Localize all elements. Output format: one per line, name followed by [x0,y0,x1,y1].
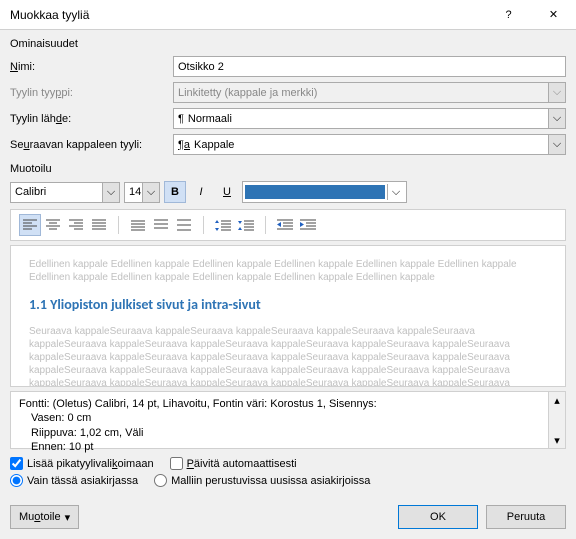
color-swatch [245,185,385,199]
font-name-select[interactable]: Calibri ⌵ [10,182,120,203]
chevron-down-icon[interactable]: ⌵ [142,183,159,202]
indent-increase-button[interactable] [297,214,319,236]
ok-button[interactable]: OK [398,505,478,529]
pilcrow-a-icon: ¶a [178,139,190,151]
space-before-inc-button[interactable] [212,214,234,236]
next-paragraph-select[interactable]: ¶a Kappale ⌵ [173,134,566,155]
bold-button[interactable]: B [164,181,186,203]
chevron-down-icon[interactable]: ⌵ [387,184,404,200]
line-spacing-2-button[interactable] [173,214,195,236]
pilcrow-icon: ¶ [178,113,184,125]
underline-button[interactable]: U [216,181,238,203]
style-type-select: Linkitetty (kappale ja merkki) ⌵ [173,82,566,103]
desc-line1: Fontti: (Oletus) Calibri, 14 pt, Lihavoi… [19,397,544,411]
style-based-on-value: Normaali [188,113,232,125]
preview-next-text: Seuraava kappaleSeuraava kappaleSeuraava… [29,325,547,387]
preview-sample-text: 1.1 Yliopiston julkiset sivut ja intra-s… [29,296,547,313]
this-document-radio[interactable]: Vain tässä asiakirjassa [10,474,138,487]
name-input[interactable] [173,56,566,77]
template-radio[interactable]: Malliin perustuvissa uusissa asiakirjois… [154,474,370,487]
desc-line4: Ennen: 10 pt [19,440,544,454]
preview-prev-text: Edellinen kappale Edellinen kappale Edel… [29,258,547,284]
description-scrollbar[interactable]: ▴ ▾ [548,392,565,448]
font-size-value: 14 [129,186,141,198]
window-title: Muokkaa tyyliä [10,8,486,22]
align-left-button[interactable] [19,214,41,236]
space-before-dec-button[interactable] [235,214,257,236]
desc-line3: Riippuva: 1,02 cm, Väli [19,426,544,440]
help-button[interactable]: ? [486,0,531,30]
chevron-down-icon[interactable]: ⌵ [548,135,565,154]
chevron-down-icon[interactable]: ⌵ [102,183,119,202]
style-based-on-label: Tyylin lähde: [10,113,165,125]
style-based-on-select[interactable]: ¶ Normaali ⌵ [173,108,566,129]
name-label: Nimi: [10,61,165,73]
indent-decrease-button[interactable] [274,214,296,236]
align-right-button[interactable] [65,214,87,236]
paragraph-toolbar [10,209,566,241]
next-paragraph-label: Seuraavan kappaleen tyyli: [10,139,165,151]
font-name-value: Calibri [15,186,46,198]
titlebar: Muokkaa tyyliä ? ✕ [0,0,576,30]
description-box: Fontti: (Oletus) Calibri, 14 pt, Lihavoi… [10,391,566,449]
preview-pane: Edellinen kappale Edellinen kappale Edel… [10,245,566,387]
line-spacing-1-5-button[interactable] [150,214,172,236]
format-dropdown-button[interactable]: Muotoile ▾ [10,505,79,529]
next-paragraph-value: Kappale [194,139,234,151]
style-type-value: Linkitetty (kappale ja merkki) [178,87,317,99]
scroll-down-icon[interactable]: ▾ [549,432,565,448]
line-spacing-1-button[interactable] [127,214,149,236]
style-type-label: Tyylin tyyppi: [10,87,165,99]
close-button[interactable]: ✕ [531,0,576,30]
font-size-select[interactable]: 14 ⌵ [124,182,160,203]
chevron-down-icon[interactable]: ⌵ [548,109,565,128]
auto-update-checkbox[interactable]: Päivitä automaattisesti [170,457,297,470]
scroll-up-icon[interactable]: ▴ [549,392,565,408]
add-to-gallery-checkbox[interactable]: Lisää pikatyylivalikoimaan [10,457,154,470]
chevron-down-icon: ⌵ [548,83,565,102]
properties-section-label: Ominaisuudet [10,38,566,50]
format-section-label: Muotoilu [10,163,566,175]
font-color-select[interactable]: ⌵ [242,181,407,203]
desc-line2: Vasen: 0 cm [19,411,544,425]
align-center-button[interactable] [42,214,64,236]
chevron-down-icon: ▾ [65,511,71,524]
align-justify-button[interactable] [88,214,110,236]
italic-button[interactable]: I [190,181,212,203]
cancel-button[interactable]: Peruuta [486,505,566,529]
